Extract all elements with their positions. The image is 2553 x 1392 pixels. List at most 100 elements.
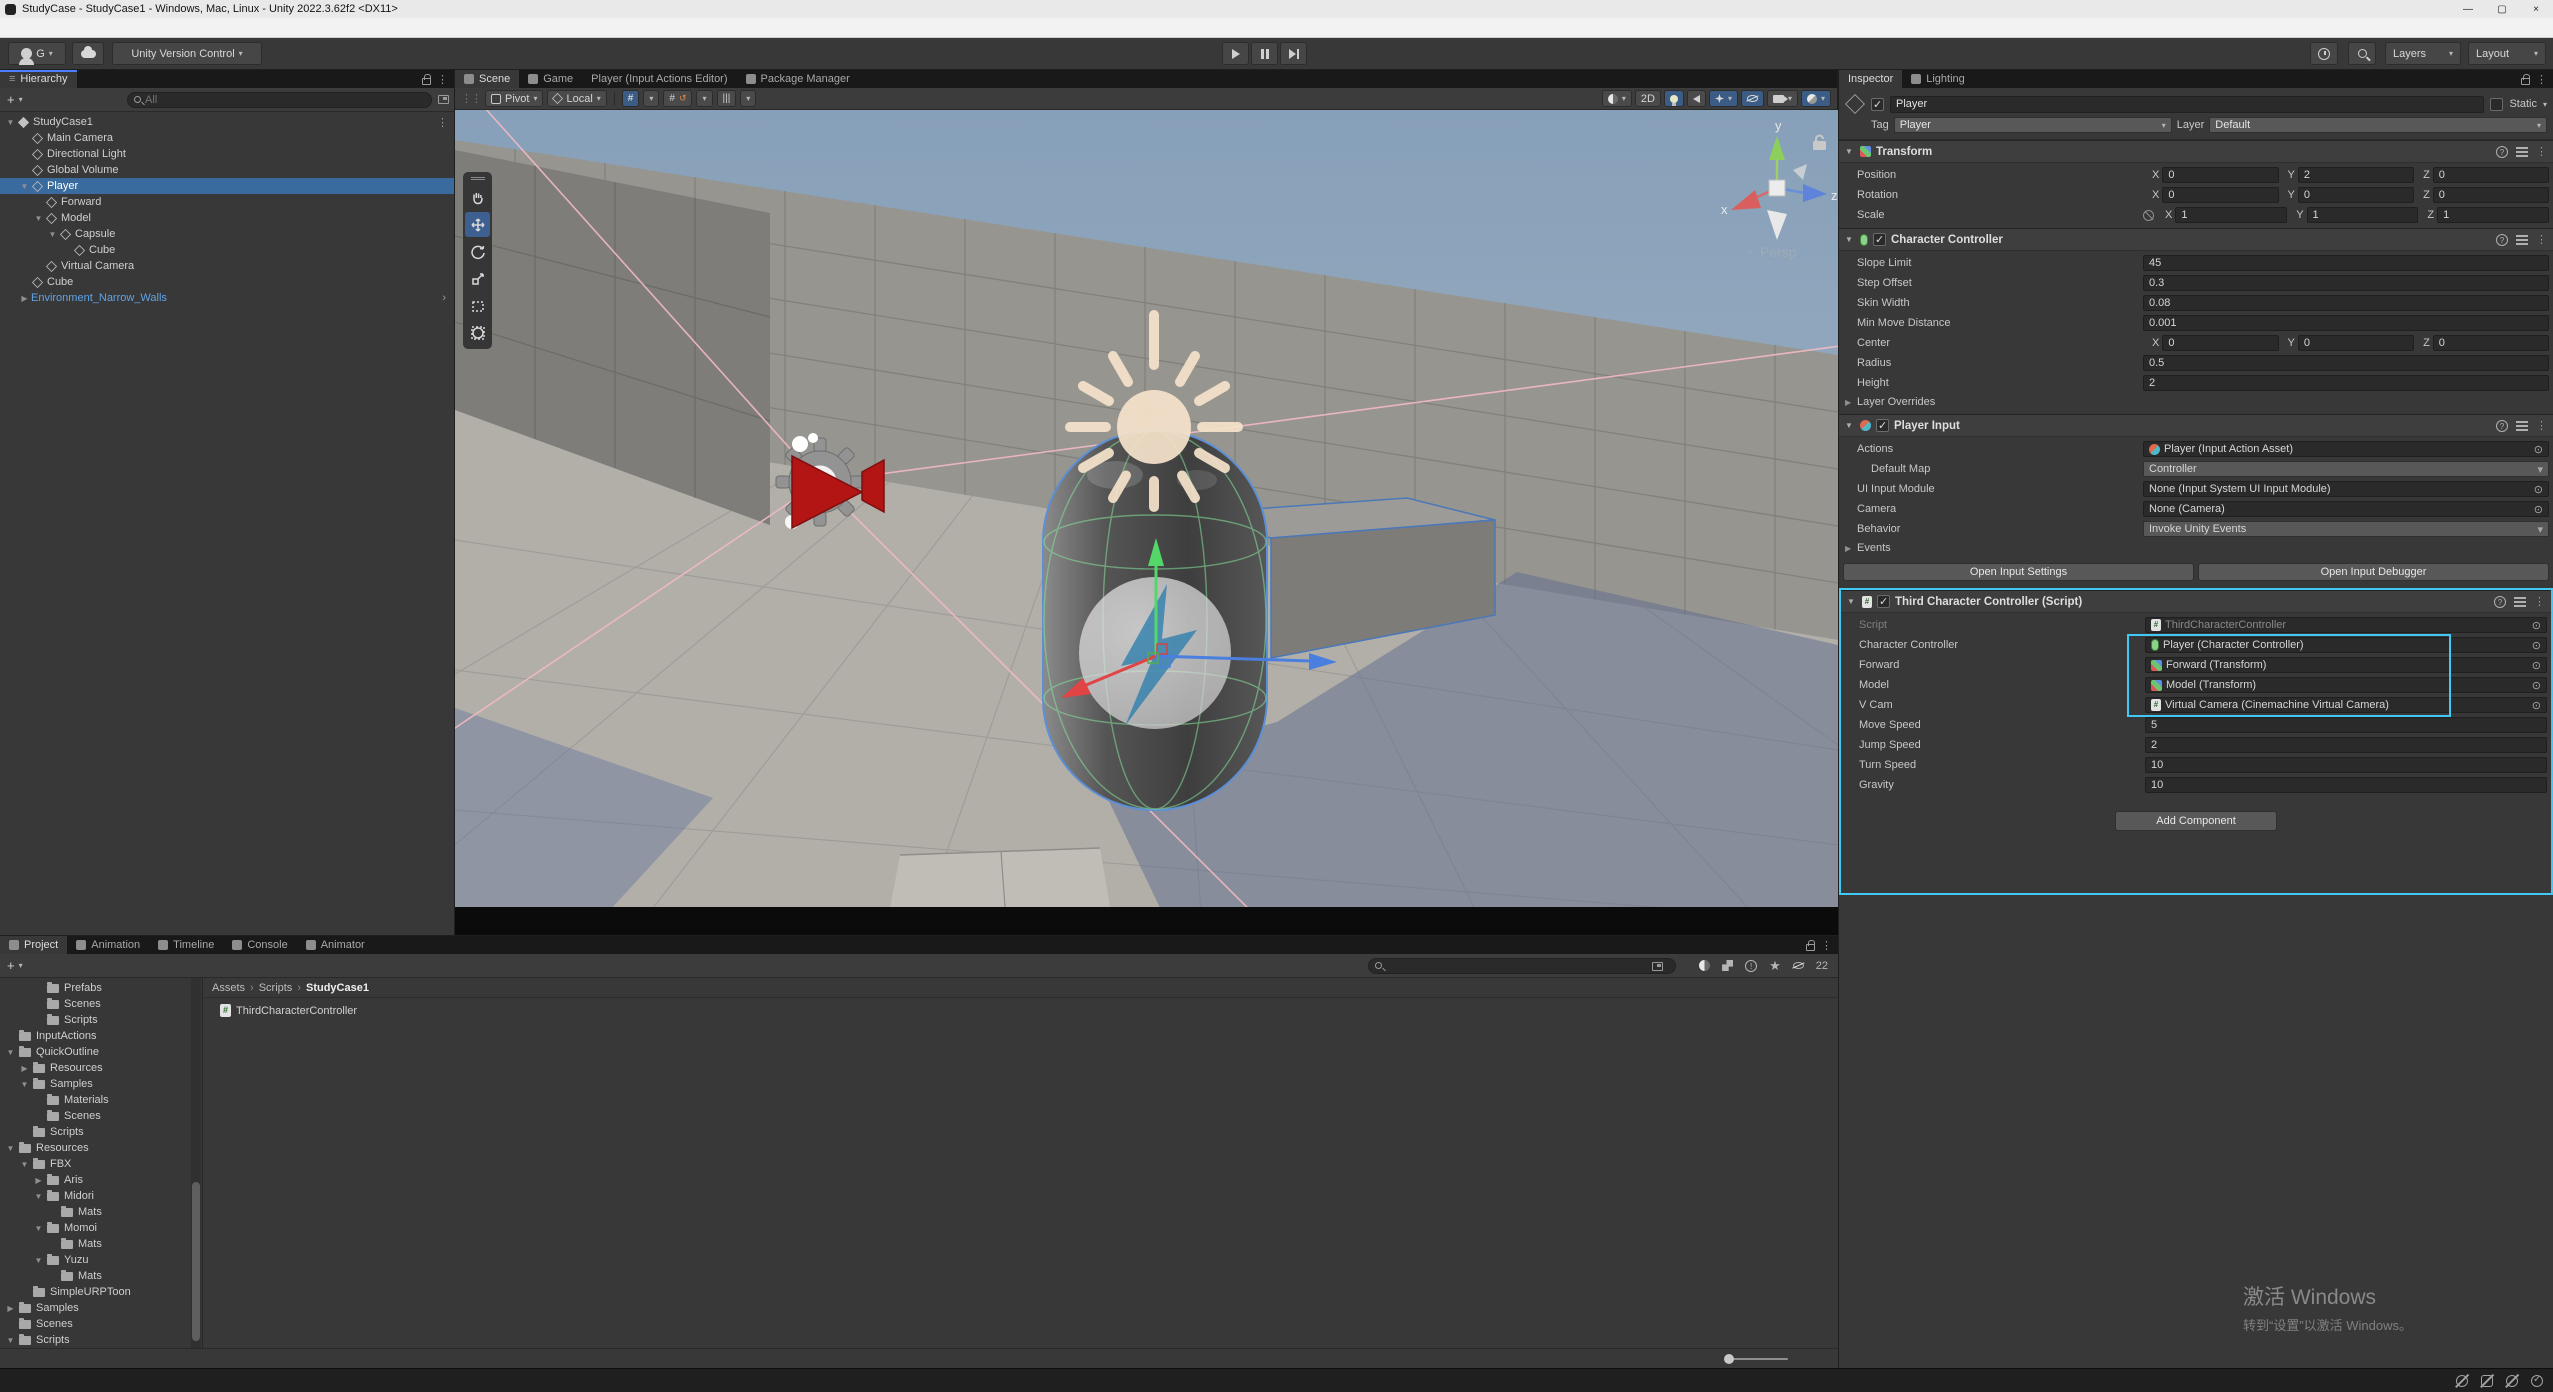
project-folder[interactable]: InputActions xyxy=(0,1028,202,1044)
value-field[interactable]: 10 xyxy=(2145,777,2547,793)
project-folder[interactable]: Scenes xyxy=(0,1316,202,1332)
component-header[interactable]: ▼#Third Character Controller (Script)?⋮ xyxy=(1841,591,2551,613)
rect-tool[interactable] xyxy=(465,293,490,318)
bottom-tab[interactable]: Console xyxy=(223,936,297,954)
project-folder[interactable]: Mats xyxy=(0,1204,202,1220)
scene-viewport[interactable]: y x z ‹ Persp xyxy=(414,29,1849,946)
axis-value-field[interactable]: 0 xyxy=(2432,187,2549,203)
project-folder[interactable]: Scenes xyxy=(0,1108,202,1124)
asset-file[interactable]: # ThirdCharacterController xyxy=(218,1004,1838,1017)
component-menu-icon[interactable]: ⋮ xyxy=(2536,419,2547,432)
help-icon[interactable]: ? xyxy=(2496,145,2508,158)
inspector-menu-icon[interactable]: ⋮ xyxy=(2536,73,2547,86)
object-picker-icon[interactable]: ⊙ xyxy=(2532,679,2541,692)
play-button[interactable] xyxy=(1222,42,1249,65)
grid-snapping-dropdown[interactable]: ▾ xyxy=(643,90,660,107)
axis-value-field[interactable]: 0 xyxy=(2432,167,2549,183)
bottom-tab[interactable]: Project xyxy=(0,936,68,954)
minimize-button[interactable]: — xyxy=(2451,0,2485,18)
hierarchy-item[interactable]: Virtual Camera xyxy=(0,258,454,274)
step-button[interactable] xyxy=(1280,42,1307,65)
project-menu-icon[interactable]: ⋮ xyxy=(1821,939,1832,952)
value-field[interactable]: 45 xyxy=(2143,255,2549,271)
hierarchy-item[interactable]: ▼ StudyCase1 ⋮ xyxy=(0,114,454,130)
account-button[interactable]: G ▾ xyxy=(8,42,66,65)
static-dropdown-icon[interactable]: ▾ xyxy=(2543,100,2547,109)
project-folder[interactable]: Scripts xyxy=(0,1124,202,1140)
notifications-muted-icon[interactable] xyxy=(2504,1373,2520,1389)
dropdown-field[interactable]: Invoke Unity Events ▾ xyxy=(2143,521,2549,537)
add-asset-button[interactable]: + xyxy=(0,958,19,973)
axis-value-field[interactable]: 0 xyxy=(2162,335,2279,351)
scale-tool[interactable] xyxy=(465,266,490,291)
project-folder[interactable]: ▶ Aris xyxy=(0,1172,202,1188)
project-folder[interactable]: ▼ Momoi xyxy=(0,1220,202,1236)
preset-icon[interactable] xyxy=(2516,234,2528,245)
thumbnail-size-slider[interactable] xyxy=(1724,1354,1788,1364)
hierarchy-item[interactable]: ▼ Player xyxy=(0,178,454,194)
grid-snapping-button[interactable]: # xyxy=(621,90,640,107)
static-checkbox[interactable] xyxy=(2490,97,2504,111)
preset-icon[interactable] xyxy=(2514,596,2526,607)
bottom-tab[interactable]: Timeline xyxy=(149,936,224,954)
maximize-button[interactable]: ▢ xyxy=(2485,0,2519,18)
layer-dropdown[interactable]: Default ▾ xyxy=(2209,117,2547,133)
project-folder[interactable]: ▼ Scripts xyxy=(0,1332,202,1348)
object-picker-icon[interactable]: ⊙ xyxy=(2534,503,2543,516)
axis-value-field[interactable]: 0 xyxy=(2162,167,2279,183)
transform-tool[interactable] xyxy=(465,320,490,345)
gizmos-dropdown[interactable]: ▾ xyxy=(1800,90,1831,107)
pivot-toggle[interactable]: Pivot ▾ xyxy=(485,90,544,107)
component-enabled-checkbox[interactable] xyxy=(1877,595,1890,608)
object-field[interactable]: Player (Input Action Asset) ⊙ xyxy=(2143,441,2549,457)
cloud-button[interactable] xyxy=(72,42,104,65)
value-field[interactable]: 0.3 xyxy=(2143,275,2549,291)
value-field[interactable]: 2 xyxy=(2145,737,2547,753)
ruler-button[interactable]: ||| xyxy=(716,90,737,107)
hierarchy-item[interactable]: ▶ Environment_Narrow_Walls › xyxy=(0,290,454,306)
project-folder[interactable]: ▶ Resources xyxy=(0,1060,202,1076)
hierarchy-item[interactable]: Directional Light xyxy=(0,146,454,162)
project-folder[interactable]: Prefabs xyxy=(0,980,202,996)
2d-toggle[interactable]: 2D xyxy=(1634,90,1661,107)
hidden-count-eye-icon[interactable] xyxy=(1792,962,1804,969)
axis-value-field[interactable]: 2 xyxy=(2297,167,2415,183)
component-header[interactable]: ▼ Transform? ⋮ xyxy=(1839,141,2553,163)
foldout-row[interactable]: ▶ Layer Overrides xyxy=(1839,393,2553,411)
search-by-label-icon[interactable] xyxy=(1722,960,1734,971)
scene-lighting-toggle[interactable] xyxy=(1663,90,1684,107)
handle-rotation-toggle[interactable]: Local ▾ xyxy=(547,90,607,107)
object-field[interactable]: Player (Character Controller) ⊙ xyxy=(2145,637,2547,653)
hierarchy-item[interactable]: Forward xyxy=(0,194,454,210)
component-enabled-checkbox[interactable] xyxy=(1876,419,1889,432)
inspector-tab[interactable]: Lighting xyxy=(1902,70,1974,88)
debugger-disabled-icon[interactable] xyxy=(2454,1373,2470,1389)
project-folder[interactable]: ▼ Midori xyxy=(0,1188,202,1204)
scene-audio-toggle[interactable] xyxy=(1686,90,1706,107)
open-input-button[interactable]: Open Input Debugger xyxy=(2198,563,2549,581)
breadcrumb-item[interactable]: Scripts xyxy=(259,982,293,994)
object-picker-icon[interactable]: ⊙ xyxy=(2534,443,2543,456)
component-menu-icon[interactable]: ⋮ xyxy=(2536,233,2547,246)
component-header[interactable]: ▼Player Input?⋮ xyxy=(1839,415,2553,437)
object-picker-icon[interactable]: ⊙ xyxy=(2532,619,2541,632)
lock-icon[interactable] xyxy=(422,73,431,85)
open-search-window-icon[interactable] xyxy=(1652,962,1663,971)
scene-picker-icon[interactable] xyxy=(438,95,449,104)
project-tree-scrollbar[interactable] xyxy=(191,978,201,1348)
dropdown-field[interactable]: Controller ▾ xyxy=(2143,461,2549,477)
snap-increment-dropdown[interactable]: ▾ xyxy=(696,90,713,107)
project-folder[interactable]: ▶ Samples xyxy=(0,1300,202,1316)
scene-view-tab[interactable]: Game xyxy=(519,70,583,88)
search-by-type-icon[interactable] xyxy=(1699,960,1711,971)
active-checkbox[interactable] xyxy=(1871,97,1884,111)
panel-menu-icon[interactable]: ⋮ xyxy=(437,73,448,86)
shading-mode-dropdown[interactable]: ▾ xyxy=(1601,90,1632,107)
search-button[interactable] xyxy=(2348,42,2376,65)
effects-dropdown[interactable]: ▾ xyxy=(1708,90,1738,107)
project-folder[interactable]: Scripts xyxy=(0,1012,202,1028)
scene-view-tab[interactable]: Player (Input Actions Editor) xyxy=(582,70,737,88)
scene-view-tab[interactable]: Package Manager xyxy=(736,70,859,88)
object-field[interactable]: Model (Transform) ⊙ xyxy=(2145,677,2547,693)
project-folder[interactable]: Materials xyxy=(0,1092,202,1108)
